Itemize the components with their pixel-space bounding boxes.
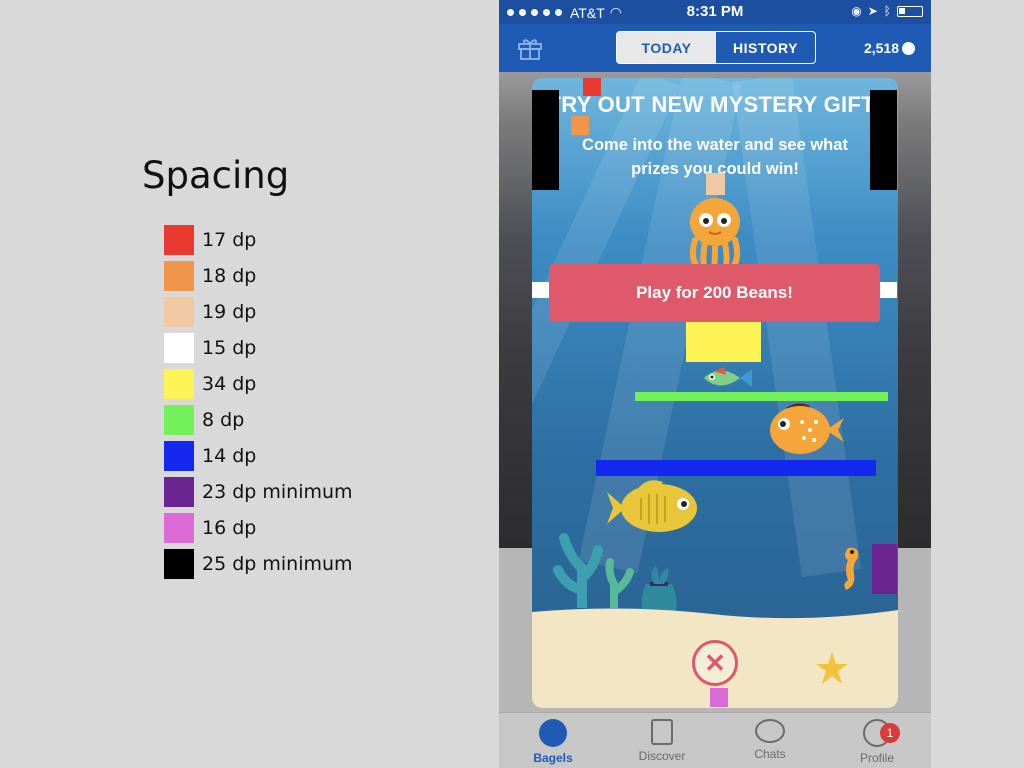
cards-icon [651,719,673,745]
today-history-toggle: TODAY HISTORY [616,31,816,64]
legend-item: 19 dp [164,294,353,330]
lock-rotation-icon: ◉ [851,4,862,18]
phone-screen: AT&T ◠ 8:31 PM ◉ ➤ ᛒ TODAY HISTORY 2,518 [499,0,931,768]
spacing-marker-25dp-left [532,90,559,190]
app-header: TODAY HISTORY 2,518 [499,24,931,72]
spacing-marker-19dp [706,173,725,195]
bluetooth-icon: ᛒ [883,4,891,18]
seahorse-icon [844,547,859,590]
legend-label: 34 dp [202,373,257,395]
battery-icon [897,5,923,17]
legend-item: 14 dp [164,438,353,474]
spacing-marker-8dp [635,392,888,401]
tab-profile-label: Profile [859,751,894,765]
spacing-marker-17dp [583,78,601,96]
close-icon: ✕ [704,647,726,678]
legend-label: 18 dp [202,265,257,287]
legend-label: 16 dp [202,517,257,539]
tab-bagels[interactable]: Bagels [508,719,598,765]
legend-list: 17 dp 18 dp 19 dp 15 dp 34 dp 8 dp 14 dp… [164,222,353,582]
legend-item: 25 dp minimum [164,546,353,582]
legend-item: 34 dp [164,366,353,402]
spacing-marker-16dp [710,688,728,707]
bottom-tab-bar: Bagels Discover Chats Profile 1 [499,712,931,768]
status-bar: AT&T ◠ 8:31 PM ◉ ➤ ᛒ [499,0,931,24]
location-icon: ➤ [867,4,878,18]
legend-item: 23 dp minimum [164,474,353,510]
legend-swatch [164,333,194,363]
tab-chats-label: Chats [754,747,786,761]
legend-swatch [164,477,194,507]
legend-label: 17 dp [202,229,257,251]
spacing-marker-25dp-right [870,90,897,190]
bean-count-value: 2,518 [863,40,899,56]
legend-swatch [164,369,194,399]
close-button[interactable]: ✕ [692,640,738,686]
legend-swatch [164,405,194,435]
legend-label: 25 dp minimum [202,553,353,575]
tab-profile[interactable]: Profile 1 [832,719,922,765]
spacing-marker-15dp-right [880,282,897,298]
orange-fish-icon [770,403,844,454]
legend-label: 23 dp minimum [202,481,353,503]
legend-swatch [164,441,194,471]
spacing-marker-23dp [872,544,897,594]
legend-swatch [164,225,194,255]
gift-icon[interactable] [517,36,543,60]
bean-count[interactable]: 2,518 [864,40,915,56]
status-icons: ◉ ➤ ᛒ [851,4,923,18]
legend-item: 18 dp [164,258,353,294]
spacing-marker-15dp-left [532,282,549,298]
legend-swatch [164,261,194,291]
notification-badge: 1 [880,723,900,743]
spacing-marker-34dp [686,322,761,362]
legend-label: 19 dp [202,301,257,323]
heart-icon [539,719,567,747]
legend-swatch [164,513,194,543]
tab-chats[interactable]: Chats [725,719,815,761]
small-fish-icon [704,367,752,387]
spacing-marker-18dp [571,116,589,135]
legend-item: 15 dp [164,330,353,366]
coral-icon [553,533,634,608]
legend-item: 16 dp [164,510,353,546]
tab-bagels-label: Bagels [533,751,573,765]
play-button[interactable]: Play for 200 Beans! [549,264,880,322]
legend-item: 8 dp [164,402,353,438]
tab-today[interactable]: TODAY [617,32,716,63]
legend-label: 14 dp [202,445,257,467]
legend-label: 8 dp [202,409,245,431]
legend-swatch [164,549,194,579]
spacing-marker-14dp [596,460,876,476]
legend-item: 17 dp [164,222,353,258]
chat-bubble-icon [755,719,785,743]
tab-discover-label: Discover [638,749,686,763]
tab-history[interactable]: HISTORY [716,32,815,63]
legend-swatch [164,297,194,327]
legend-label: 15 dp [202,337,257,359]
legend-title: Spacing [142,154,290,197]
tab-discover[interactable]: Discover [617,719,707,763]
bean-icon [902,41,915,55]
